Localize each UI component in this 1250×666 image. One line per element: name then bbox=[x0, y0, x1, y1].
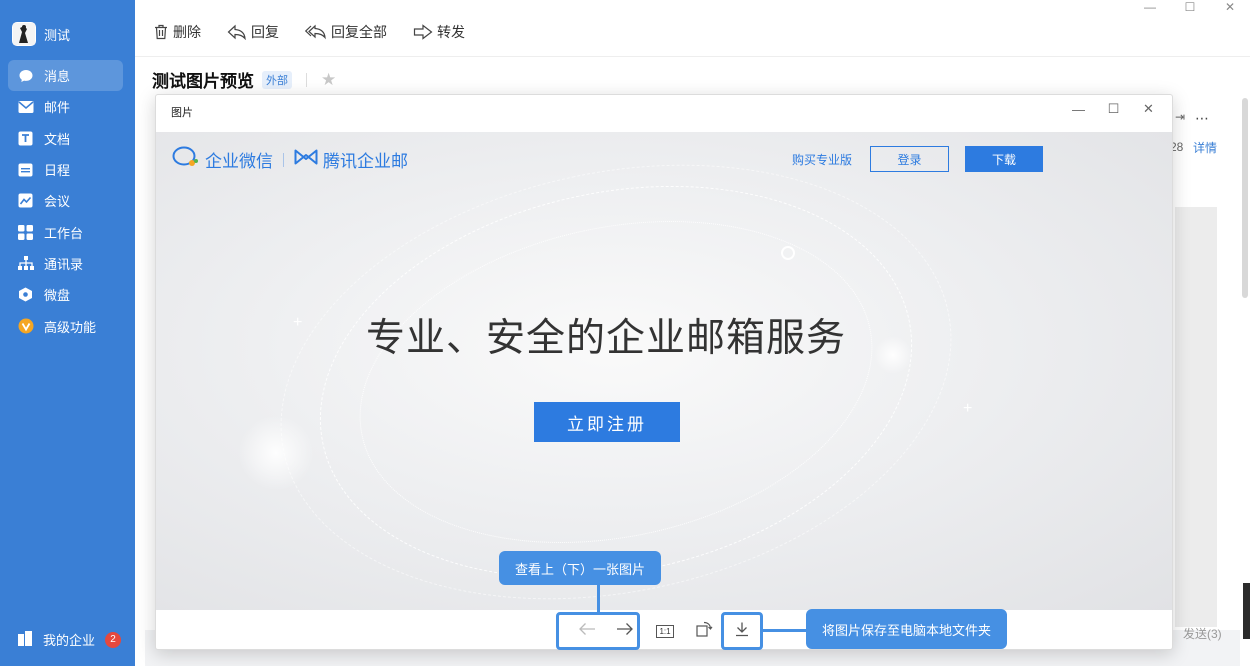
nav-highlight-box bbox=[556, 612, 640, 650]
download-button[interactable]: 下载 bbox=[965, 146, 1043, 172]
forward-button[interactable]: 转发 bbox=[413, 22, 465, 42]
mail-body-placeholder bbox=[1175, 207, 1217, 627]
sidebar-item-label: 日程 bbox=[44, 163, 71, 179]
sidebar-item-docs[interactable]: 文档 bbox=[8, 123, 123, 154]
sidebar-item-company[interactable]: 我的企业 2 bbox=[17, 630, 122, 649]
image-viewer-dialog: 图片 — ☐ ✕ + + 企业微信 腾讯企业邮 购买专业版 登录 下载 专业、安… bbox=[155, 94, 1173, 650]
close-icon[interactable]: ✕ bbox=[1131, 99, 1166, 119]
nav-hint-callout: 查看上（下）一张图片 bbox=[499, 551, 662, 585]
decor-ring bbox=[239, 132, 993, 610]
sidebar-item-label: 邮件 bbox=[44, 100, 71, 116]
sidebar-item-messages[interactable]: 消息 bbox=[8, 60, 123, 92]
disk-icon bbox=[17, 286, 34, 303]
preview-headline: 专业、安全的企业邮箱服务 bbox=[365, 317, 846, 360]
company-label: 我的企业 bbox=[43, 633, 96, 648]
callout-connector bbox=[762, 629, 808, 632]
sidebar-item-label: 高级功能 bbox=[44, 319, 97, 335]
window-controls: — ☐ ✕ bbox=[1130, 0, 1250, 14]
star-icon[interactable]: ★ bbox=[321, 70, 336, 90]
save-highlight-box bbox=[721, 612, 763, 650]
avatar[interactable] bbox=[12, 22, 36, 46]
external-tag: 外部 bbox=[262, 70, 292, 89]
profile[interactable]: 测试 bbox=[12, 22, 70, 46]
rotate-button[interactable] bbox=[691, 618, 717, 644]
scrollbar[interactable] bbox=[1242, 98, 1248, 298]
wecom-logo-text: 企业微信 bbox=[205, 152, 273, 171]
close-icon[interactable]: ✕ bbox=[1210, 0, 1250, 14]
mail-subject-row: 测试图片预览 外部 ★ bbox=[152, 67, 336, 92]
reply-all-label: 回复全部 bbox=[331, 24, 387, 40]
actual-size-icon: 1:1 bbox=[656, 624, 674, 638]
doc-icon bbox=[17, 130, 34, 147]
detail-link[interactable]: 详情 bbox=[1193, 139, 1217, 156]
callout-connector bbox=[597, 585, 600, 613]
save-hint-callout: 将图片保存至电脑本地文件夹 bbox=[806, 609, 1008, 649]
exmail-logo-icon bbox=[294, 149, 318, 170]
minimize-icon[interactable]: — bbox=[1130, 0, 1170, 14]
exmail-logo-text: 腾讯企业邮 bbox=[323, 152, 408, 171]
vip-icon bbox=[17, 318, 34, 335]
sidebar-item-label: 工作台 bbox=[44, 225, 84, 241]
signup-button[interactable]: 立即注册 bbox=[534, 402, 680, 442]
wecom-logo-icon bbox=[172, 146, 200, 173]
profile-name: 测试 bbox=[44, 27, 71, 43]
divider bbox=[306, 72, 307, 87]
maximize-icon[interactable]: ☐ bbox=[1096, 99, 1131, 119]
divider bbox=[283, 152, 284, 167]
grid-icon bbox=[17, 224, 34, 241]
sidebar-item-meeting[interactable]: 会议 bbox=[8, 185, 123, 216]
sidebar-nav: 消息 邮件 文档 日程 会议 工作台 通讯录 微盘 高级功能 bbox=[8, 60, 123, 342]
mail-toolbar: 删除 回复 回复全部 转发 bbox=[153, 22, 465, 42]
meeting-icon bbox=[17, 192, 34, 209]
decor-plus: + bbox=[963, 400, 973, 417]
reply-all-button[interactable]: 回复全部 bbox=[305, 22, 387, 42]
dialog-window-controls: — ☐ ✕ bbox=[1061, 99, 1166, 119]
minimize-icon[interactable]: — bbox=[1061, 99, 1096, 119]
chat-bubble-icon bbox=[17, 67, 34, 84]
sidebar-item-label: 微盘 bbox=[44, 288, 71, 304]
login-button[interactable]: 登录 bbox=[870, 146, 949, 172]
reply-label: 回复 bbox=[251, 24, 279, 40]
reply-icon bbox=[227, 24, 247, 40]
buy-pro-link[interactable]: 购买专业版 bbox=[792, 151, 852, 168]
forward-icon bbox=[413, 24, 433, 40]
mail-subject: 测试图片预览 bbox=[152, 72, 254, 91]
sidebar-item-workbench[interactable]: 工作台 bbox=[8, 216, 123, 247]
sidebar-item-advanced[interactable]: 高级功能 bbox=[8, 310, 123, 341]
decor-glow bbox=[238, 415, 314, 491]
sidebar-item-mail[interactable]: 邮件 bbox=[8, 91, 123, 122]
sidebar-item-contacts[interactable]: 通讯录 bbox=[8, 248, 123, 279]
trash-icon bbox=[153, 24, 169, 40]
screen-edge bbox=[1243, 583, 1250, 639]
maximize-icon[interactable]: ☐ bbox=[1170, 0, 1210, 14]
org-icon bbox=[17, 255, 34, 272]
sidebar-item-label: 消息 bbox=[44, 69, 71, 85]
sidebar-item-calendar[interactable]: 日程 bbox=[8, 154, 123, 185]
delete-label: 删除 bbox=[173, 24, 201, 40]
forward-circle-icon[interactable]: ⇥ bbox=[1175, 110, 1185, 124]
decor-dot bbox=[781, 246, 795, 260]
reply-all-icon bbox=[305, 24, 327, 40]
delete-button[interactable]: 删除 bbox=[153, 22, 201, 42]
sidebar-item-label: 文档 bbox=[44, 131, 71, 147]
sidebar-item-disk[interactable]: 微盘 bbox=[8, 279, 123, 310]
sidebar: 测试 消息 邮件 文档 日程 会议 工作台 通讯录 微盘 高级功能 我的企业 2 bbox=[0, 0, 135, 666]
more-icon[interactable]: ⋯ bbox=[1195, 110, 1209, 127]
send-label: 发送(3) bbox=[1183, 627, 1222, 641]
actual-size-button[interactable]: 1:1 bbox=[652, 618, 678, 644]
mail-icon bbox=[17, 98, 34, 115]
reply-button[interactable]: 回复 bbox=[227, 22, 279, 42]
building-icon bbox=[17, 630, 33, 649]
divider bbox=[135, 56, 1250, 57]
sidebar-item-label: 通讯录 bbox=[44, 256, 84, 272]
rotate-icon bbox=[695, 620, 713, 643]
sidebar-item-label: 会议 bbox=[44, 194, 71, 210]
calendar-icon bbox=[17, 161, 34, 178]
forward-label: 转发 bbox=[437, 24, 465, 40]
preview-logo: 企业微信 腾讯企业邮 bbox=[172, 146, 408, 173]
dialog-title: 图片 bbox=[171, 107, 193, 119]
image-preview: + + 企业微信 腾讯企业邮 购买专业版 登录 下载 专业、安全的企业邮箱服务 … bbox=[156, 132, 1172, 610]
viewer-toolbar: 1:1 bbox=[156, 610, 1172, 650]
notification-badge: 2 bbox=[105, 631, 122, 648]
